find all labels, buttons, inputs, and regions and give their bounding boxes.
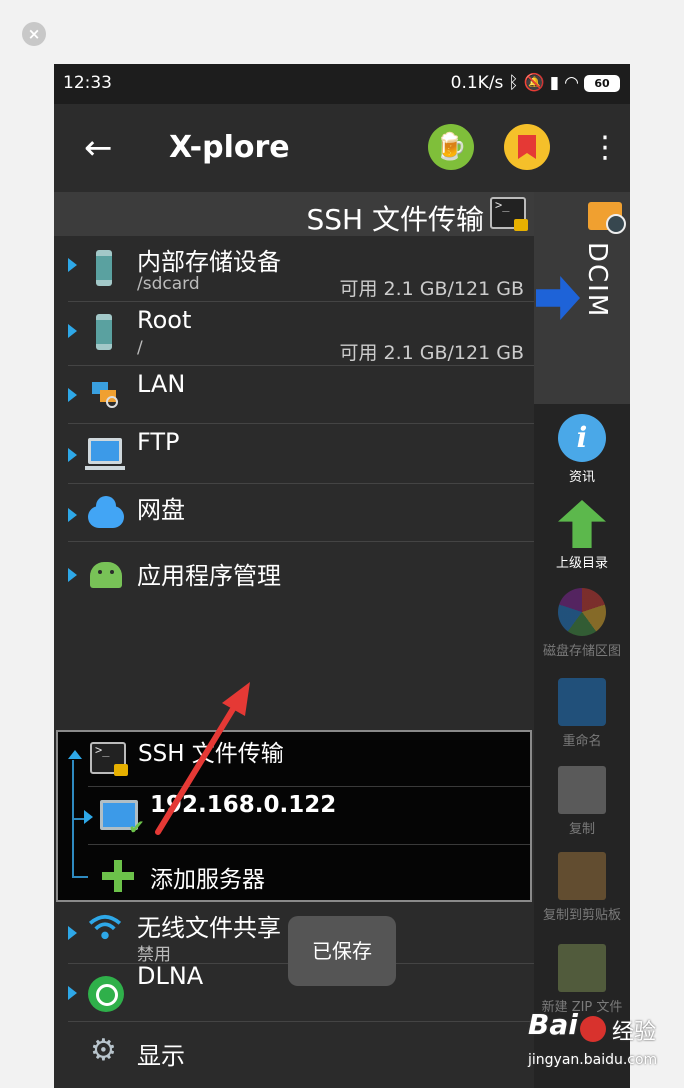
phone-screen: 12:33 0.1K/s ᛒ 🔕 ▮ ◠ 60 ← X-plore 🍺 ⋮ SS…: [54, 64, 630, 1088]
expand-arrow-icon[interactable]: [68, 568, 77, 582]
expand-arrow-icon[interactable]: [68, 388, 77, 402]
item-free-space: 可用 2.1 GB/121 GB: [339, 278, 524, 300]
expand-arrow-icon[interactable]: [68, 926, 77, 940]
tool-label: 资讯: [568, 470, 595, 485]
network-speed: 0.1K/s: [450, 73, 504, 93]
panel-header: SSH 文件传输: [54, 192, 534, 236]
tool-label: 重命名: [562, 734, 602, 749]
status-icons: 0.1K/s ᛒ 🔕 ▮ ◠ 60: [451, 73, 620, 93]
right-pane-folder[interactable]: DCIM: [534, 192, 630, 404]
tool-label: 磁盘存储区图: [542, 644, 621, 659]
paw-logo-icon: [580, 1016, 606, 1042]
copy-icon: [558, 766, 606, 814]
server-check-icon: ✔: [100, 800, 145, 839]
app-bar: ← X-plore 🍺 ⋮: [54, 104, 630, 192]
ssh-terminal-icon: [490, 197, 528, 231]
list-item-display[interactable]: ⚙ 显示: [54, 1022, 534, 1082]
app-title: X-plore: [169, 130, 290, 165]
ftp-monitor-icon: [85, 438, 125, 470]
panel-header-title: SSH 文件传输: [306, 203, 484, 236]
folder-label: DCIM: [582, 242, 612, 319]
ssh-section: SSH 文件传输 ✔ 192.168.0.122 添加服务器: [56, 730, 532, 902]
list-item-app-manager[interactable]: 应用程序管理: [54, 542, 534, 602]
wifi-icon: ◠: [564, 73, 579, 93]
item-label: DLNA: [137, 962, 204, 990]
tool-copy-clipboard[interactable]: 复制到剪贴板: [534, 852, 630, 923]
back-arrow-icon[interactable]: ←: [84, 128, 113, 168]
gear-icon: ⚙: [90, 1033, 117, 1068]
ssh-terminal-icon: [90, 742, 128, 776]
pie-chart-icon: [558, 588, 606, 636]
beer-donate-icon[interactable]: 🍺: [428, 124, 474, 170]
close-window-button[interactable]: ×: [22, 22, 46, 46]
add-icon: [102, 860, 134, 892]
list-item-internal-storage[interactable]: 内部存储设备 /sdcard 可用 2.1 GB/121 GB: [54, 236, 534, 302]
tool-rename[interactable]: 重命名: [534, 678, 630, 749]
dlna-icon: [88, 976, 124, 1012]
watermark-url: jingyan.baidu.com: [528, 1052, 658, 1068]
status-bar: 12:33 0.1K/s ᛒ 🔕 ▮ ◠ 60: [54, 64, 630, 104]
camera-folder-icon: [588, 202, 626, 234]
item-label: 应用程序管理: [137, 562, 281, 590]
expand-arrow-icon[interactable]: [68, 448, 77, 462]
up-arrow-icon: [558, 500, 606, 548]
signal-icon: ▮: [549, 73, 560, 93]
list-item-lan[interactable]: LAN: [54, 366, 534, 424]
tool-disk-map[interactable]: 磁盘存储区图: [534, 588, 630, 659]
tool-label: 上级目录: [555, 556, 608, 571]
item-label: 网盘: [137, 496, 185, 524]
expand-arrow-icon[interactable]: [68, 508, 77, 522]
ssh-section-label[interactable]: SSH 文件传输: [138, 734, 284, 768]
tool-label: 复制到剪贴板: [542, 908, 621, 923]
expand-arrow-icon[interactable]: [68, 258, 77, 272]
watermark-brand: Bai: [528, 1008, 578, 1041]
expand-arrow-icon[interactable]: [84, 810, 93, 824]
item-label: 无线文件共享: [137, 914, 281, 942]
item-path: /: [137, 338, 143, 358]
arrow-right-icon: [536, 276, 580, 320]
item-label: 内部存储设备: [137, 248, 281, 276]
item-free-space: 可用 2.1 GB/121 GB: [339, 342, 524, 364]
clipboard-icon: [558, 852, 606, 900]
info-icon: i: [558, 414, 606, 462]
lan-network-icon: [90, 380, 120, 410]
list-item-root[interactable]: Root / 可用 2.1 GB/121 GB: [54, 302, 534, 366]
right-toolbar: DCIM i 资讯 上级目录 磁盘存储区图 重命名 复制 复制到剪贴板 新建 Z…: [534, 192, 630, 1088]
overflow-menu-icon[interactable]: ⋮: [590, 130, 620, 166]
watermark-suffix: 经验: [612, 1020, 657, 1045]
add-server-button[interactable]: 添加服务器: [150, 860, 265, 894]
tool-parent-dir[interactable]: 上级目录: [534, 500, 630, 571]
edit-icon: [558, 678, 606, 726]
phone-storage-icon: [96, 250, 112, 286]
cloud-icon: [88, 496, 124, 528]
item-path: /sdcard: [137, 274, 200, 294]
item-label: FTP: [137, 428, 180, 456]
bookmark-icon[interactable]: [504, 124, 550, 170]
expand-arrow-icon[interactable]: [68, 324, 77, 338]
toast-message: 已保存: [288, 916, 396, 986]
bluetooth-icon: ᛒ: [508, 73, 519, 93]
ssh-server-address[interactable]: 192.168.0.122: [150, 792, 336, 818]
mute-icon: 🔕: [523, 73, 545, 93]
list-item-cloud[interactable]: 网盘: [54, 484, 534, 542]
android-icon: [90, 562, 122, 588]
tool-info[interactable]: i 资讯: [534, 414, 630, 485]
collapse-arrow-icon[interactable]: [68, 750, 82, 759]
status-time: 12:33: [63, 73, 112, 93]
wifi-share-icon: [88, 914, 122, 940]
expand-arrow-icon[interactable]: [68, 986, 77, 1000]
tool-copy[interactable]: 复制: [534, 766, 630, 837]
baidu-watermark: Bai 经验 jingyan.baidu.com: [528, 1000, 678, 1080]
item-label: 显示: [137, 1042, 185, 1070]
list-item-ftp[interactable]: FTP: [54, 424, 534, 484]
zip-icon: [558, 944, 606, 992]
item-label: Root: [137, 306, 192, 334]
tool-label: 复制: [568, 822, 595, 837]
battery-icon: 60: [584, 74, 620, 92]
item-label: LAN: [137, 370, 186, 398]
phone-storage-icon: [96, 314, 112, 350]
